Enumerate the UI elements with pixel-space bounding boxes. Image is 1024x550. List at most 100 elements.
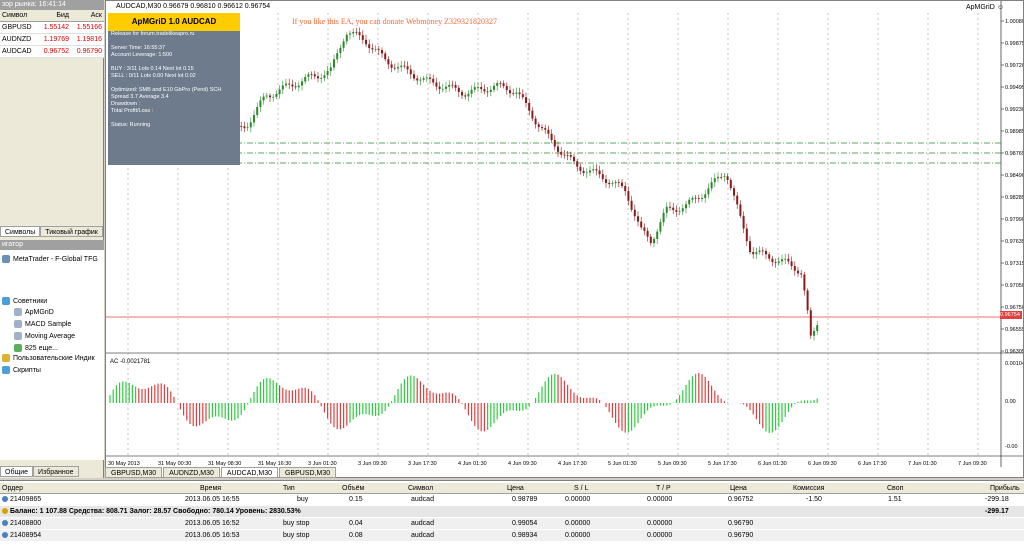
market-watch-row[interactable]: AUDCAD 0.96752 0.96790 (0, 46, 104, 58)
folder-icon (2, 354, 10, 362)
time-label: 5 Jun 01:30 (608, 461, 637, 467)
price-chart[interactable]: 30 May 2013 31 May 00:30 31 May 08:30 31 Ma… (106, 1, 1023, 467)
candle-body (646, 230, 649, 237)
col-commission[interactable]: Комиссия (793, 483, 824, 494)
price-label: 0.99875 (1005, 41, 1023, 47)
market-watch-row[interactable]: GBPUSD 1.55142 1.55166 (0, 22, 104, 34)
candle-body (349, 33, 351, 35)
nav-more[interactable]: 825 еще... (14, 344, 58, 352)
order-time: 2013.06.05 16:53 (185, 532, 240, 539)
col-type[interactable]: Тип (283, 483, 295, 494)
globe-icon (14, 344, 22, 352)
candle-body (749, 241, 751, 252)
tab-tick-chart[interactable]: Тиковый график (40, 226, 103, 237)
time-label: 6 Jun 01:30 (758, 461, 787, 467)
candle-body (477, 86, 479, 88)
candle-body (342, 41, 345, 48)
candle-body (633, 209, 636, 217)
col-symbol[interactable]: Символ (408, 483, 433, 494)
balance-summary: Баланс: 1 107.88 Средства: 808.71 Залог:… (2, 506, 301, 517)
nav-scripts[interactable]: Скрипты (2, 366, 41, 374)
tab-chart-gbpusd[interactable]: GBPUSD,M30 (105, 467, 163, 478)
balance-profit: -299.17 (985, 508, 1009, 515)
candle-body (320, 78, 323, 79)
panel-line: Spread 3.7 Average 3.4 (111, 94, 169, 100)
navigator-title: игатор (0, 240, 104, 250)
col-tp[interactable]: T / P (656, 483, 671, 494)
order-profit: -299.18 (985, 496, 1009, 503)
candle-body (803, 274, 806, 291)
candle-body (397, 67, 399, 69)
price-label: 0.99230 (1005, 107, 1023, 113)
candle-body (467, 93, 470, 97)
panel-line: Release for forum.tradelikeapro.ru (111, 31, 195, 37)
smiley-icon: ☺ (996, 4, 1004, 11)
candle-body (413, 74, 415, 79)
candle-body (246, 127, 249, 129)
nav-experts[interactable]: Советники (2, 297, 47, 305)
candle-body (685, 204, 687, 209)
col-order[interactable]: Ордер (2, 483, 23, 494)
candle-body (733, 188, 735, 196)
panel-line: Total Profit/Loss : (111, 108, 154, 114)
col-price[interactable]: Цена (507, 483, 524, 494)
folder-icon (2, 297, 10, 305)
nav-expert-apmgrid[interactable]: ApMGriD (14, 308, 54, 316)
candle-body (317, 76, 319, 79)
candle-body (310, 74, 313, 76)
candle-body (358, 32, 361, 36)
candle-body (361, 35, 364, 40)
col-time[interactable]: Время (200, 483, 221, 494)
col-cur-price[interactable]: Цена (730, 483, 747, 494)
symbol-name: AUDCAD (2, 48, 32, 55)
col-volume[interactable]: Объём (342, 483, 364, 494)
candle-body (505, 86, 508, 91)
order-type: buy stop (283, 532, 310, 539)
chart-header: AUDCAD,M30 0.96679 0.96810 0.96612 0.967… (116, 3, 271, 10)
ac-scale-label: 0.00 (1005, 399, 1016, 405)
tab-favorites[interactable]: Избранное (33, 466, 79, 477)
panel-line: Server Time: 16:55:37 (111, 45, 166, 51)
expert-icon (14, 308, 22, 316)
candle-body (643, 227, 646, 231)
ac-scale-label: 0.00104 (1005, 361, 1023, 367)
tab-symbols[interactable]: Символы (0, 226, 41, 237)
time-label: 5 Jun 17:30 (708, 461, 737, 467)
col-sl[interactable]: S / L (574, 483, 588, 494)
price-label: 0.98490 (1005, 173, 1023, 179)
table-row[interactable]: 21408954 2013.06.05 16:53 buy stop 0.08 … (0, 530, 1024, 541)
tab-chart-audnzd[interactable]: AUDNZD,M30 (163, 467, 220, 478)
indicator-label: AC -0.0021781 (110, 359, 151, 365)
candle-body (774, 262, 777, 263)
candle-body (637, 216, 639, 222)
candle-body (240, 126, 243, 127)
col-ask[interactable]: Аск (71, 10, 104, 21)
candle-body (374, 49, 377, 51)
col-symbol[interactable]: Символ (0, 10, 38, 21)
nav-expert-ma[interactable]: Moving Average (14, 332, 75, 340)
nav-expert-macd[interactable]: MACD Sample (14, 320, 71, 328)
candle-body (566, 155, 569, 156)
table-row[interactable]: 21409865 2013.06.05 16:55 buy 0.15 audca… (0, 494, 1024, 505)
table-row[interactable]: 21408800 2013.06.05 16:52 buy stop 0.04 … (0, 518, 1024, 529)
candle-body (595, 169, 598, 171)
col-swap[interactable]: Своп (887, 483, 903, 494)
col-profit[interactable]: Прибыль (990, 483, 1020, 494)
chart-window[interactable]: 30 May 2013 31 May 00:30 31 May 08:30 31 Ma… (105, 0, 1024, 478)
candle-body (297, 85, 300, 88)
tab-chart-audcad[interactable]: AUDCAD,M30 (220, 467, 278, 478)
nav-indicators[interactable]: Пользовательские Индик (2, 354, 95, 362)
tab-common[interactable]: Общие (0, 466, 34, 477)
candle-body (464, 95, 467, 97)
candle-body (326, 71, 329, 76)
tab-chart-gbpusd-2[interactable]: GBPUSD,M30 (278, 467, 337, 478)
candle-body (275, 94, 278, 97)
nav-root[interactable]: MetaTrader - F-Global TFG (2, 255, 98, 263)
col-bid[interactable]: Бид (38, 10, 71, 21)
candle-body (544, 128, 547, 130)
current-price-tag: 0.96754 (1000, 311, 1022, 319)
time-label: 4 Jun 09:30 (508, 461, 537, 467)
candle-body (550, 133, 553, 141)
candle-body (630, 200, 633, 210)
market-watch-row[interactable]: AUDNZD 1.19769 1.19816 (0, 34, 104, 46)
